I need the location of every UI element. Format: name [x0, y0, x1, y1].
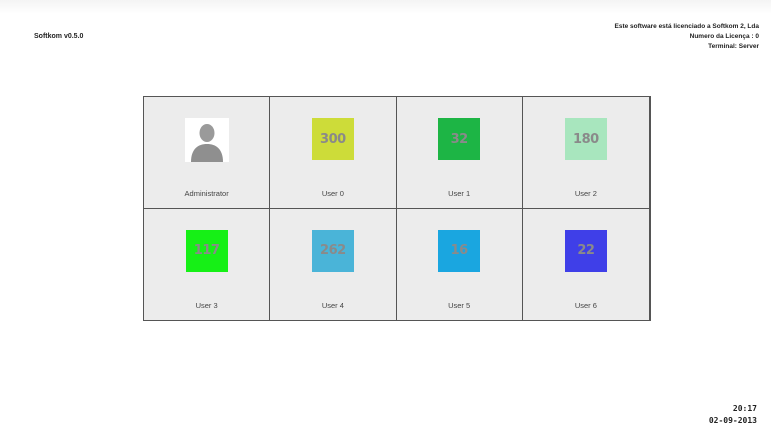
user-count-badge: 16 — [438, 229, 481, 272]
user-name-label: User 3 — [195, 300, 218, 310]
user-tile-4[interactable]: 262 User 4 — [270, 208, 397, 320]
person-silhouette-icon — [184, 118, 229, 162]
user-count-badge: 300 — [311, 118, 354, 160]
user-count-badge: 32 — [438, 118, 481, 160]
user-tile-1[interactable]: 32 User 1 — [396, 97, 523, 209]
user-name-label: Administrator — [184, 189, 229, 198]
license-holder-text: Este software está licenciado a Softkom … — [614, 23, 760, 30]
user-tile-3[interactable]: 117 User 3 — [144, 208, 271, 320]
user-tile-5[interactable]: 16 User 5 — [396, 208, 523, 320]
user-name-label: User 6 — [574, 300, 597, 310]
user-count-badge: 22 — [564, 229, 607, 272]
clock: 20:17 02-09-2013 — [709, 403, 757, 427]
user-selection-grid: Administrator 300 User 0 32 User 1 180 U… — [143, 96, 651, 321]
clock-date: 02-09-2013 — [708, 416, 757, 425]
terminal-name-text: Terminal: Server — [708, 43, 759, 50]
user-name-label: User 4 — [321, 300, 344, 310]
app-window: Softkom v0.5.0 Este software está licenc… — [0, 0, 771, 439]
user-tile-administrator[interactable]: Administrator — [144, 97, 271, 209]
user-tile-6[interactable]: 22 User 6 — [522, 208, 649, 320]
user-name-label: User 0 — [321, 189, 344, 198]
user-count-badge: 180 — [564, 118, 607, 160]
avatar-image — [184, 118, 229, 162]
app-version-title: Softkom v0.5.0 — [34, 33, 84, 40]
user-tile-0[interactable]: 300 User 0 — [270, 97, 397, 209]
user-count-badge: 117 — [185, 229, 228, 272]
user-name-label: User 5 — [448, 300, 471, 310]
user-tile-2[interactable]: 180 User 2 — [522, 97, 649, 209]
license-number-text: Numero da Licença : 0 — [689, 33, 759, 40]
user-count-badge: 262 — [311, 229, 354, 272]
user-name-label: User 1 — [448, 189, 471, 198]
license-info: Este software está licenciado a Softkom … — [615, 22, 760, 52]
clock-time: 20:17 — [732, 404, 757, 413]
user-name-label: User 2 — [574, 189, 597, 198]
